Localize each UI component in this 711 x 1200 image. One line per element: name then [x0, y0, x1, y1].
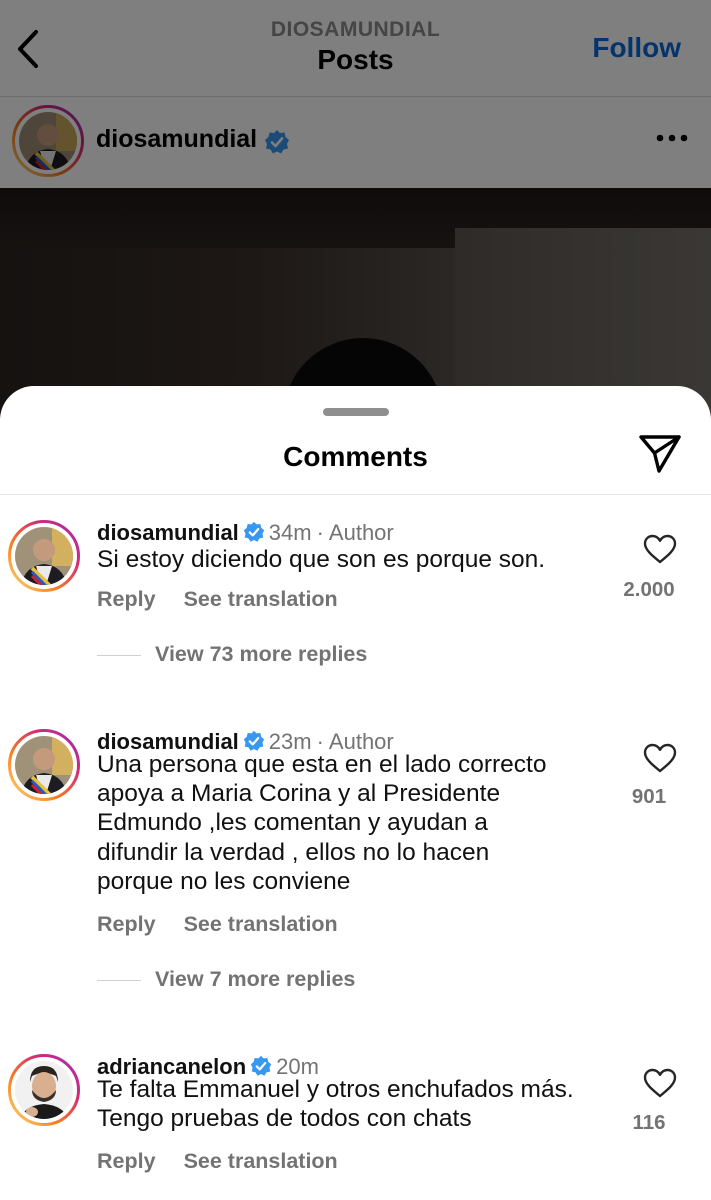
commenter-avatar[interactable] — [8, 1054, 80, 1126]
view-replies-label: View 7 more replies — [155, 967, 356, 991]
comment-text-line: porque no les conviene — [97, 867, 351, 895]
comment-actions: Reply See translation — [97, 587, 366, 612]
view-replies-button[interactable]: View 7 more replies — [97, 967, 355, 992]
comment-item: adriancanelon 20m Te falta Emmanuel y otr… — [0, 1054, 711, 1200]
verified-badge-icon — [243, 521, 264, 542]
reply-button[interactable]: Reply — [97, 912, 156, 936]
see-translation-button[interactable]: See translation — [184, 912, 338, 936]
like-count: 901 — [631, 785, 667, 808]
reply-button[interactable]: Reply — [97, 1149, 156, 1173]
see-translation-button[interactable]: See translation — [184, 587, 338, 611]
sheet-drag-handle[interactable] — [323, 408, 389, 416]
see-translation-button[interactable]: See translation — [184, 1149, 338, 1173]
comment-actions: Reply See translation — [97, 1149, 366, 1174]
like-count: 116 — [632, 1111, 666, 1134]
sheet-divider — [0, 494, 711, 495]
comment-time: 34m — [268, 520, 312, 545]
comment-text: Una persona que esta en el lado correcto… — [97, 750, 546, 896]
comment-text-line: Si estoy diciendo que son es porque son. — [97, 546, 546, 573]
reply-button[interactable]: Reply — [97, 587, 156, 611]
comment-text-line: Una persona que esta en el lado correcto — [97, 751, 547, 778]
comment-header: diosamundial 34m · Author — [97, 520, 394, 546]
replies-line — [97, 979, 141, 981]
like-count: 2.000 — [623, 578, 675, 601]
comment-username[interactable]: diosamundial — [97, 520, 239, 545]
separator-dot: · — [316, 520, 324, 545]
replies-line — [97, 654, 141, 656]
comment-text-line: Tengo pruebas de todos con chats — [97, 1105, 472, 1133]
comment-text-line: apoya a Maria Corina y al Presidente — [97, 780, 501, 808]
like-heart-icon[interactable] — [643, 1068, 677, 1098]
share-paper-plane-icon[interactable] — [638, 434, 682, 474]
comment-text-line: Edmundo ,les comentan y ayudan a — [97, 809, 488, 837]
comment-text: Te falta Emmanuel y otros enchufados más… — [97, 1075, 574, 1133]
commenter-avatar[interactable] — [8, 520, 80, 592]
like-heart-icon[interactable] — [643, 743, 677, 773]
comments-title: Comments — [283, 441, 428, 472]
author-badge: Author — [328, 520, 394, 545]
commenter-avatar[interactable] — [8, 729, 80, 801]
comment-actions: Reply See translation — [97, 912, 366, 937]
comments-sheet: Comments diosamundial 34m · Author Si es… — [0, 386, 711, 1200]
view-replies-label: View 73 more replies — [155, 642, 368, 666]
comment-text-line: Te falta Emmanuel y otros enchufados más… — [97, 1076, 574, 1103]
view-replies-button[interactable]: View 73 more replies — [97, 642, 367, 667]
comment-item: diosamundial 34m · Author Si estoy diciendo… — [0, 520, 711, 690]
like-heart-icon[interactable] — [643, 534, 677, 564]
comment-item: diosamundial 23m · Author Una persona que e… — [0, 729, 711, 1019]
verified-badge-icon — [243, 730, 264, 751]
comment-text-line: difundir la verdad , ellos no lo hacen — [97, 838, 490, 866]
verified-badge-icon — [251, 1055, 272, 1076]
comment-text: Si estoy diciendo que son es porque son. — [97, 545, 545, 574]
